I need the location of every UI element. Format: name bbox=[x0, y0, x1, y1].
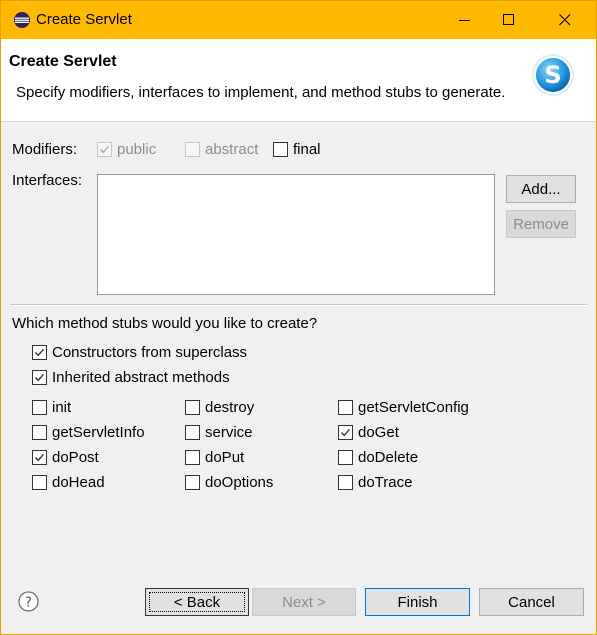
maximize-icon bbox=[503, 14, 514, 25]
add-interface-button[interactable]: Add... bbox=[506, 175, 576, 203]
method-label-doput: doPut bbox=[205, 449, 245, 466]
method-checkbox-destroy[interactable] bbox=[185, 400, 200, 415]
method-checkbox-init[interactable] bbox=[32, 400, 47, 415]
abstract-checkbox[interactable] bbox=[185, 142, 200, 157]
interfaces-label: Interfaces: bbox=[12, 172, 83, 189]
title-bar: Create Servlet bbox=[1, 1, 596, 39]
method-checkbox-dotrace[interactable] bbox=[338, 475, 353, 490]
constructors-label: Constructors from superclass bbox=[52, 344, 248, 361]
method-checkbox-doput[interactable] bbox=[185, 450, 200, 465]
svg-text:S: S bbox=[544, 61, 561, 89]
window-title: Create Servlet bbox=[36, 11, 132, 28]
method-checkbox-doget[interactable] bbox=[338, 425, 353, 440]
separator bbox=[10, 304, 587, 306]
final-label: final bbox=[293, 141, 321, 158]
method-label-dotrace: doTrace bbox=[358, 474, 413, 491]
method-checkbox-dopost[interactable] bbox=[32, 450, 47, 465]
method-label-dooptions: doOptions bbox=[205, 474, 274, 491]
close-button[interactable] bbox=[542, 1, 588, 39]
abstract-label: abstract bbox=[205, 141, 259, 158]
final-checkbox[interactable] bbox=[273, 142, 288, 157]
next-button[interactable]: Next > bbox=[252, 588, 356, 616]
method-label-service: service bbox=[205, 424, 253, 441]
public-checkbox[interactable] bbox=[97, 142, 112, 157]
method-checkbox-service[interactable] bbox=[185, 425, 200, 440]
public-label: public bbox=[117, 141, 157, 158]
method-label-dopost: doPost bbox=[52, 449, 99, 466]
check-icon bbox=[34, 453, 45, 462]
method-checkbox-getservletconfig[interactable] bbox=[338, 400, 353, 415]
page-title: Create Servlet bbox=[9, 53, 117, 70]
check-icon bbox=[340, 428, 351, 437]
constructors-checkbox[interactable] bbox=[32, 345, 47, 360]
inherited-label: Inherited abstract methods bbox=[52, 369, 230, 386]
finish-button[interactable]: Finish bbox=[365, 588, 470, 616]
method-label-doget: doGet bbox=[358, 424, 399, 441]
eclipse-icon bbox=[14, 12, 30, 28]
inherited-checkbox[interactable] bbox=[32, 370, 47, 385]
create-servlet-dialog: Create Servlet Create Servlet Specify mo… bbox=[0, 0, 597, 635]
method-label-destroy: destroy bbox=[205, 399, 255, 416]
method-checkbox-getservletinfo[interactable] bbox=[32, 425, 47, 440]
method-label-init: init bbox=[52, 399, 72, 416]
method-label-dodelete: doDelete bbox=[358, 449, 419, 466]
method-checkbox-dohead[interactable] bbox=[32, 475, 47, 490]
page-description: Specify modifiers, interfaces to impleme… bbox=[16, 84, 506, 101]
maximize-button[interactable] bbox=[486, 1, 532, 39]
method-label-getservletconfig: getServletConfig bbox=[358, 399, 469, 416]
check-icon bbox=[34, 348, 45, 357]
check-icon bbox=[99, 145, 110, 154]
method-label-dohead: doHead bbox=[52, 474, 105, 491]
method-checkbox-dooptions[interactable] bbox=[185, 475, 200, 490]
stubs-question: Which method stubs would you like to cre… bbox=[12, 315, 318, 332]
modifiers-label: Modifiers: bbox=[12, 141, 78, 158]
wizard-header: Create Servlet Specify modifiers, interf… bbox=[1, 39, 596, 122]
minimize-button[interactable] bbox=[442, 1, 488, 39]
focus-ring bbox=[149, 592, 245, 612]
servlet-logo-icon: S bbox=[532, 54, 574, 96]
minimize-icon bbox=[459, 20, 470, 21]
method-label-getservletinfo: getServletInfo bbox=[52, 424, 145, 441]
svg-text:?: ? bbox=[25, 596, 32, 611]
method-checkbox-dodelete[interactable] bbox=[338, 450, 353, 465]
cancel-button[interactable]: Cancel bbox=[479, 588, 584, 616]
check-icon bbox=[34, 373, 45, 382]
back-button[interactable]: < Back bbox=[145, 588, 249, 616]
remove-interface-button[interactable]: Remove bbox=[506, 210, 576, 238]
interfaces-list[interactable] bbox=[97, 174, 495, 295]
close-icon bbox=[559, 14, 571, 26]
help-icon[interactable]: ? bbox=[18, 591, 39, 612]
